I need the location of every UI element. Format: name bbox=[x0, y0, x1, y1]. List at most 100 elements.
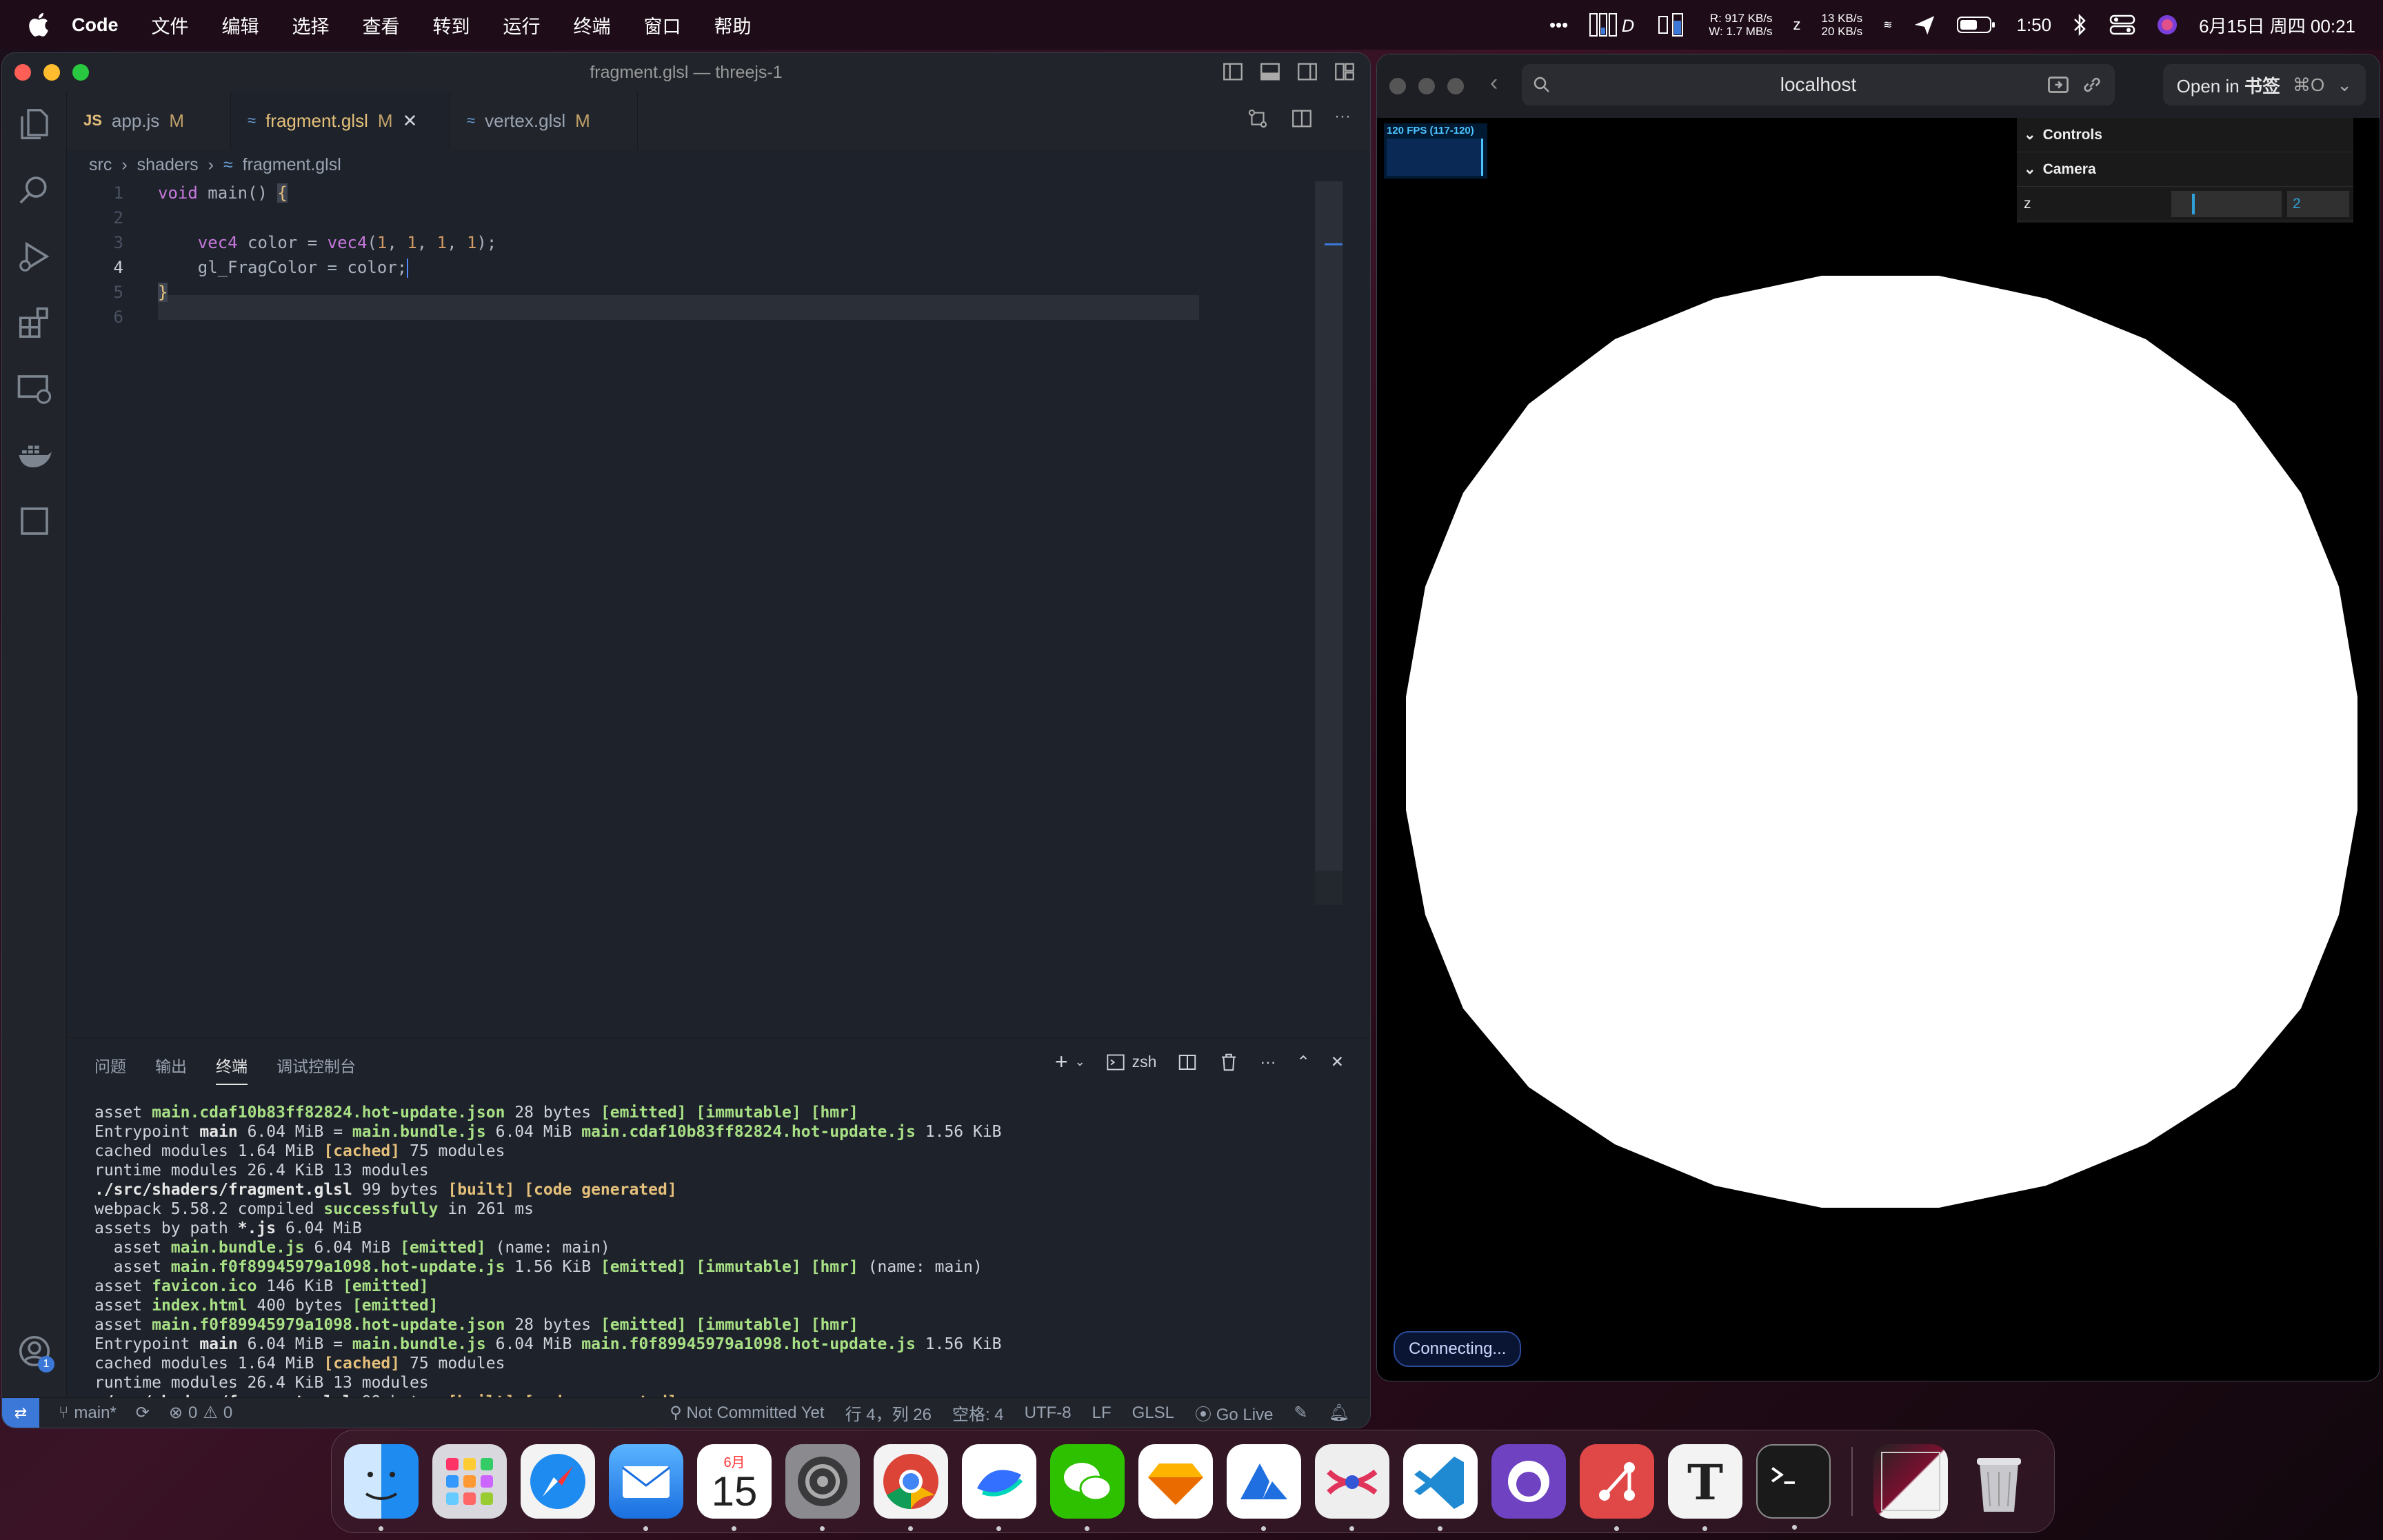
dock-preview-window[interactable] bbox=[1873, 1444, 1948, 1519]
split-terminal-icon[interactable] bbox=[1177, 1052, 1198, 1073]
code-line[interactable]: void main() { bbox=[158, 183, 288, 203]
bell-icon[interactable]: 🔔︎ bbox=[1329, 1403, 1349, 1423]
minimize-window-button[interactable] bbox=[43, 64, 60, 81]
zoom-window-button[interactable] bbox=[72, 64, 89, 81]
feedback-icon[interactable]: ✎ bbox=[1294, 1403, 1307, 1423]
dock-safari[interactable] bbox=[521, 1444, 595, 1519]
split-editor-icon[interactable] bbox=[1290, 107, 1314, 130]
dock-lark[interactable] bbox=[962, 1444, 1036, 1531]
toggle-sidebar-icon[interactable] bbox=[1221, 60, 1245, 83]
dock-calendar[interactable]: 6月 15 bbox=[697, 1444, 772, 1531]
close-panel-icon[interactable]: ✕ bbox=[1331, 1053, 1344, 1071]
menubar-datetime[interactable]: 6月15日 周四 00:21 bbox=[2199, 12, 2355, 38]
indentation[interactable]: 空格: 4 bbox=[952, 1401, 1004, 1425]
tab-app-js[interactable]: JS app.js M bbox=[67, 92, 231, 150]
dock-vscode[interactable] bbox=[1403, 1444, 1478, 1531]
zoom-window-button[interactable] bbox=[1447, 78, 1464, 94]
terminal-shell-selector[interactable]: zsh bbox=[1106, 1053, 1156, 1072]
encoding[interactable]: UTF-8 bbox=[1025, 1404, 1072, 1423]
sleep-icon[interactable]: z bbox=[1793, 16, 1801, 34]
git-branch[interactable]: ⑂ main* bbox=[59, 1404, 117, 1423]
remote-explorer-icon[interactable] bbox=[16, 370, 53, 407]
trash-icon[interactable] bbox=[1218, 1052, 1239, 1073]
extensions-icon[interactable] bbox=[16, 304, 53, 341]
toggle-panel-icon[interactable] bbox=[1258, 60, 1282, 83]
more-actions-icon[interactable]: ··· bbox=[1260, 1053, 1276, 1071]
sync-button[interactable]: ⟳ bbox=[136, 1403, 150, 1423]
screen-share-icon[interactable] bbox=[2046, 72, 2071, 97]
language-mode[interactable]: GLSL bbox=[1132, 1404, 1174, 1423]
customize-layout-icon[interactable] bbox=[1333, 60, 1356, 83]
menu-terminal[interactable]: 终端 bbox=[574, 12, 611, 39]
gui-camera-folder[interactable]: ⌄ Camera bbox=[2017, 152, 2353, 187]
network-speed-1[interactable]: R: 917 KB/s W: 1.7 MB/s bbox=[1709, 12, 1772, 38]
square-icon[interactable] bbox=[16, 503, 53, 540]
dock-trash[interactable] bbox=[1962, 1444, 2036, 1519]
open-in-button[interactable]: Open in 书签 ⌘O ⌄ bbox=[2162, 64, 2366, 105]
chevron-down-icon[interactable]: ⌄ bbox=[2337, 74, 2352, 96]
menu-selection[interactable]: 选择 bbox=[292, 12, 330, 39]
go-live-button[interactable]: ⦿ Go Live bbox=[1195, 1401, 1273, 1425]
menu-app-name[interactable]: Code bbox=[72, 14, 119, 36]
menu-file[interactable]: 文件 bbox=[152, 12, 189, 39]
remote-indicator[interactable]: ⇄ bbox=[2, 1397, 39, 1428]
apple-logo-icon[interactable] bbox=[26, 11, 54, 39]
toggle-secondary-sidebar-icon[interactable] bbox=[1296, 60, 1319, 83]
network-speed-2[interactable]: 13 KB/s 20 KB/s bbox=[1822, 12, 1863, 38]
minimize-window-button[interactable] bbox=[1418, 78, 1435, 94]
fps-stats-panel[interactable]: 120 FPS (117-120) bbox=[1384, 123, 1487, 179]
dock-system-settings[interactable] bbox=[785, 1444, 860, 1531]
send-icon[interactable] bbox=[1913, 13, 1936, 37]
back-icon[interactable]: ‹ bbox=[1490, 70, 1498, 97]
dock-app-mountain[interactable] bbox=[1227, 1444, 1301, 1531]
cpu-meter-icon[interactable]: D bbox=[1589, 11, 1637, 39]
close-window-button[interactable] bbox=[1389, 78, 1406, 94]
more-dots-icon[interactable]: ••• bbox=[1549, 14, 1568, 36]
menu-run[interactable]: 运行 bbox=[503, 12, 541, 39]
menu-go[interactable]: 转到 bbox=[433, 12, 470, 39]
cursor-position[interactable]: 行 4，列 26 bbox=[845, 1401, 932, 1425]
dock-sketch[interactable] bbox=[1138, 1444, 1213, 1519]
maximize-panel-icon[interactable]: ⌃ bbox=[1296, 1053, 1309, 1071]
breadcrumb-shaders[interactable]: shaders bbox=[137, 155, 199, 175]
memory-meter-icon[interactable] bbox=[1658, 11, 1688, 39]
battery-icon[interactable] bbox=[1957, 15, 1995, 34]
dock-mail[interactable] bbox=[609, 1444, 683, 1531]
docker-icon[interactable] bbox=[16, 436, 53, 474]
menu-view[interactable]: 查看 bbox=[363, 12, 400, 39]
new-terminal-icon[interactable]: + bbox=[1055, 1049, 1068, 1075]
end-of-line[interactable]: LF bbox=[1092, 1404, 1112, 1423]
explorer-icon[interactable] bbox=[16, 105, 53, 143]
dock-typora[interactable]: T bbox=[1668, 1444, 1742, 1531]
open-changes-icon[interactable] bbox=[1246, 107, 1269, 130]
git-blame[interactable]: ⚲ Not Committed Yet bbox=[670, 1403, 824, 1423]
tab-fragment-glsl[interactable]: ≈ fragment.glsl M ✕ bbox=[231, 92, 450, 150]
tab-output[interactable]: 输出 bbox=[155, 1053, 187, 1085]
dock-wechat[interactable] bbox=[1050, 1444, 1125, 1531]
tab-problems[interactable]: 问题 bbox=[94, 1053, 126, 1085]
close-tab-icon[interactable]: ✕ bbox=[403, 110, 418, 132]
minimap[interactable] bbox=[1315, 181, 1343, 905]
run-debug-icon[interactable] bbox=[16, 238, 53, 275]
link-icon[interactable] bbox=[2080, 73, 2104, 97]
more-actions-icon[interactable]: ··· bbox=[1334, 107, 1351, 130]
rendered-sphere[interactable] bbox=[1405, 268, 2370, 1268]
dock-git-graph[interactable] bbox=[1580, 1444, 1654, 1531]
dock-launchpad[interactable] bbox=[432, 1444, 507, 1519]
tab-terminal[interactable]: 终端 bbox=[216, 1053, 248, 1085]
menu-edit[interactable]: 编辑 bbox=[222, 12, 259, 39]
accounts-button[interactable]: 1 bbox=[16, 1333, 54, 1372]
code-line[interactable]: } bbox=[158, 283, 168, 302]
close-window-button[interactable] bbox=[14, 64, 31, 81]
tab-vertex-glsl[interactable]: ≈ vertex.glsl M bbox=[450, 92, 638, 150]
temp-icon[interactable]: ≋ bbox=[1883, 18, 1892, 32]
dock-xmind[interactable] bbox=[1315, 1444, 1389, 1531]
z-value-input[interactable]: 2 bbox=[2287, 190, 2349, 217]
code-line[interactable]: vec4 color = vec4(1, 1, 1, 1); bbox=[158, 233, 497, 252]
code-editor[interactable]: 1 void main() {2 3 vec4 color = vec4(1, 1,… bbox=[67, 181, 1349, 1036]
search-icon[interactable] bbox=[16, 172, 53, 209]
bluetooth-icon[interactable] bbox=[2072, 13, 2089, 37]
problems-status[interactable]: ⊗ 0 ⚠ 0 bbox=[169, 1403, 232, 1423]
address-bar[interactable]: localhost bbox=[1522, 64, 2115, 105]
dock-terminal[interactable] bbox=[1756, 1444, 1831, 1530]
